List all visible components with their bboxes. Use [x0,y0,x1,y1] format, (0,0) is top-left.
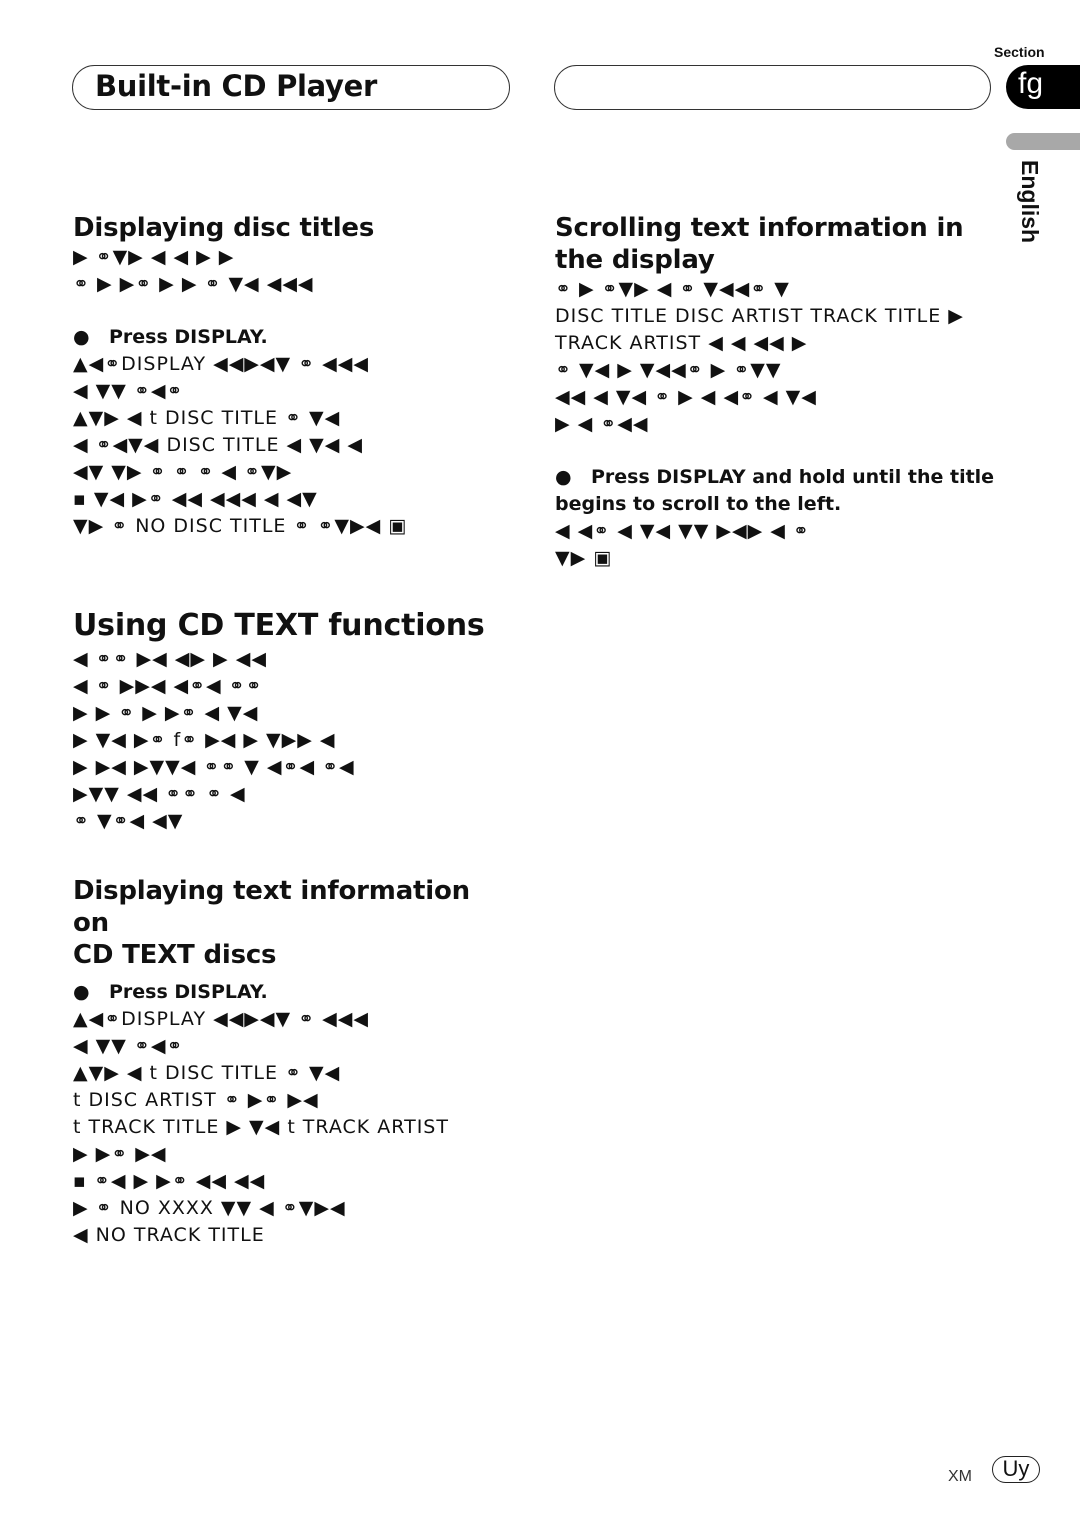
body-line: ⚭ ▼⚭◀ ◀▼ [73,810,184,832]
section-number: fg [1018,67,1044,100]
step-text: Press DISPLAY and hold until the title [591,466,995,488]
page-number: Uy [992,1456,1040,1483]
body-line: ◀ ◀⚭ ◀ ▼◀ ▼▼ ▶◀▶ ◀ ⚭ [555,520,810,542]
bullet-icon: ● [555,466,572,488]
body-line: ▶ ▼◀ ▶⚭ f⚭ ▶◀ ▶ ▼▶▶ ◀ [73,729,336,751]
bullet-icon: ● [73,981,90,1003]
body-line: ▶ ⚭ NO XXXX ▼▼ ◀ ⚭▼▶◀ [73,1197,346,1219]
body-line: ▶ ◀ ⚭◀◀ [555,413,649,435]
body-line: ▪ ▼◀ ▶⚭ ◀◀ ◀◀◀ ◀ ◀▼ [73,488,318,510]
body-line: TRACK ARTIST ◀ ◀ ◀◀ ▶ [555,332,808,354]
right-column: Scrolling text information in the displa… [555,212,994,572]
body-line: ▶ ⚭▼▶ ◀ ◀ ▶ ▶ [73,246,235,268]
body-line: ◀ NO TRACK TITLE [73,1224,265,1246]
section-tab: fg [1006,65,1080,109]
language-tab-bar [1006,133,1080,150]
section-label: Section [994,44,1045,60]
heading-displaying-text-info: Displaying text information on [73,876,470,938]
body-line: ▲◀⚭DISPLAY ◀◀▶◀▼ ⚭ ◀◀◀ [73,1008,369,1030]
body-line: ▼▶ ▣ [555,547,613,569]
body-line: ▶ ▶⚭ ▶◀ [73,1143,167,1165]
body-line: ▲▼▶ ◀ t DISC TITLE ⚭ ▼◀ [73,1062,341,1084]
body-line: ▶▼▼ ◀◀ ⚭⚭ ⚭ ◀ [73,783,246,805]
body-line: ◀ ▼▼ ⚭◀⚭ [73,1035,184,1057]
body-line: ▲▼▶ ◀ t DISC TITLE ⚭ ▼◀ [73,407,341,429]
step-text-cont: begins to scroll to the left. [555,493,842,515]
step-item: ● Press DISPLAY. [73,979,513,1006]
body-line: ▲◀⚭DISPLAY ◀◀▶◀▼ ⚭ ◀◀◀ [73,353,369,375]
heading-scrolling-text-2: the display [555,245,715,275]
body-line: ◀ ⚭ ▶▶◀ ◀⚭◀ ⚭⚭ [73,675,263,697]
bullet-icon: ● [73,326,90,348]
heading-scrolling-text: Scrolling text information in [555,213,964,243]
model-code: XM [948,1468,972,1485]
body-line: ▶ ▶ ⚭ ▶ ▶⚭ ◀ ▼◀ [73,702,259,724]
step-item: ● Press DISPLAY. [73,324,513,351]
body-line: ◀ ▼▼ ⚭◀⚭ [73,380,184,402]
body-line: ⚭ ▼◀ ▶ ▼◀◀⚭ ▶ ⚭▼▼ [555,359,782,381]
heading-using-cd-text: Using CD TEXT functions [73,608,485,643]
step-text: Press DISPLAY. [109,326,268,348]
body-line: ▶ ▶◀ ▶▼▼◀ ⚭⚭ ▼ ◀⚭◀ ⚭◀ [73,756,355,778]
body-line: DISC TITLE DISC ARTIST TRACK TITLE ▶ [555,305,964,327]
chapter-header: Built-in CD Player [72,65,510,110]
step-item: ● Press DISPLAY and hold until the title [555,464,994,491]
chapter-title: Built-in CD Player [95,69,378,103]
body-line: t DISC ARTIST ⚭ ▶⚭ ▶◀ [73,1089,319,1111]
left-column: Displaying disc titles ▶ ⚭▼▶ ◀ ◀ ▶ ▶ ⚭ ▶… [73,212,513,1249]
body-line: ◀◀ ◀ ▼◀ ⚭ ▶ ◀ ◀⚭ ◀ ▼◀ [555,386,817,408]
heading-displaying-disc-titles: Displaying disc titles [73,213,375,243]
body-line: t TRACK TITLE ▶ ▼◀ t TRACK ARTIST [73,1116,449,1138]
body-line: ◀ ⚭◀▼◀ DISC TITLE ◀ ▼◀ ◀ [73,434,364,456]
body-line: ⚭ ▶ ▶⚭ ▶ ▶ ⚭ ▼◀ ◀◀◀ [73,273,314,295]
body-line: ⚭ ▶ ⚭▼▶ ◀ ⚭ ▼◀◀⚭ ▼ [555,278,790,300]
body-line: ◀ ⚭⚭ ▶◀ ◀▶ ▶ ◀◀ [73,648,267,670]
heading-displaying-text-info-2: CD TEXT discs [73,940,277,970]
body-line: ▼▶ ⚭ NO DISC TITLE ⚭ ⚭▼▶◀ ▣ [73,515,408,537]
step-text: Press DISPLAY. [109,981,268,1003]
chapter-header-blank [554,65,991,110]
body-line: ▪ ⚭◀ ▶ ▶⚭ ◀◀ ◀◀ [73,1170,266,1192]
body-line: ◀▼ ▼▶ ⚭ ⚭ ⚭ ◀ ⚭▼▶ [73,461,293,483]
language-label: English [1017,160,1043,244]
